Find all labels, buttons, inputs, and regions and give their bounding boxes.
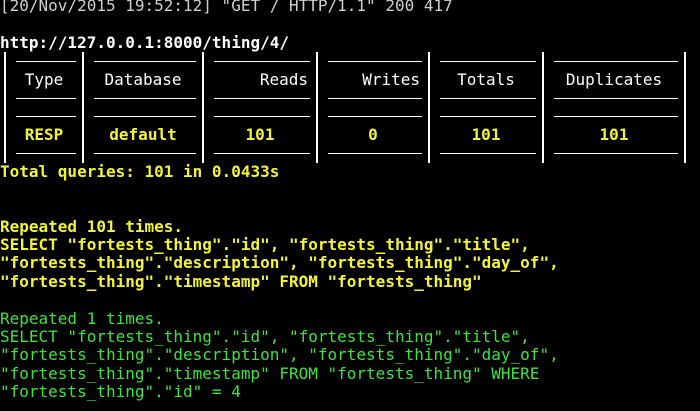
blank-gap (0, 291, 700, 309)
table-border-bottom (4, 144, 700, 163)
terminal-window: [20/Nov/2015 19:52:12] "GET / HTTP/1.1" … (0, 0, 700, 411)
header-type: Type (4, 70, 82, 89)
request-log-line: [20/Nov/2015 19:52:12] "GET / HTTP/1.1" … (0, 0, 453, 15)
header-reads: Reads (202, 70, 316, 89)
header-writes: Writes (316, 70, 428, 89)
cell-duplicates: 101 (542, 125, 686, 145)
sql-line: SELECT "fortests_thing"."id", "fortests_… (0, 235, 530, 255)
table-row: RESP default 101 0 101 101 (4, 125, 700, 145)
header-database: Database (82, 70, 202, 89)
header-duplicates: Duplicates (542, 70, 686, 89)
sql-line: "fortests_thing"."id" = 4 (0, 382, 241, 402)
query-stats-table: Type Database Reads Writes Totals Duplic… (4, 52, 700, 163)
header-totals: Totals (428, 70, 542, 89)
table-border-mid2 (4, 107, 700, 126)
cell-reads: 101 (202, 125, 316, 145)
repeat-count: Repeated 1 times. (0, 308, 164, 328)
sql-line: "fortests_thing"."description", "fortest… (0, 345, 559, 365)
sql-line: SELECT "fortests_thing"."id", "fortests_… (0, 327, 530, 347)
total-queries-summary: Total queries: 101 in 0.0433s (0, 161, 280, 181)
sql-line: "fortests_thing"."description", "fortest… (0, 253, 559, 273)
cell-writes: 0 (316, 125, 428, 145)
sql-line: "fortests_thing"."timestamp" FROM "forte… (0, 363, 540, 383)
cell-totals: 101 (428, 125, 542, 145)
table-header-row: Type Database Reads Writes Totals Duplic… (4, 70, 700, 89)
blank-gap (0, 181, 700, 218)
table-border-mid (4, 88, 700, 108)
query-block-single: Repeated 1 times. SELECT "fortests_thing… (0, 308, 700, 402)
table-border-top (4, 52, 700, 71)
query-block-duplicate: Repeated 101 times. SELECT "fortests_thi… (0, 216, 700, 292)
request-url: http://127.0.0.1:8000/thing/4/ (0, 32, 289, 52)
repeat-count: Repeated 101 times. (0, 216, 184, 236)
cell-database: default (82, 125, 202, 145)
cell-type: RESP (4, 125, 82, 145)
sql-line: "fortests_thing"."timestamp" FROM "forte… (0, 271, 482, 291)
